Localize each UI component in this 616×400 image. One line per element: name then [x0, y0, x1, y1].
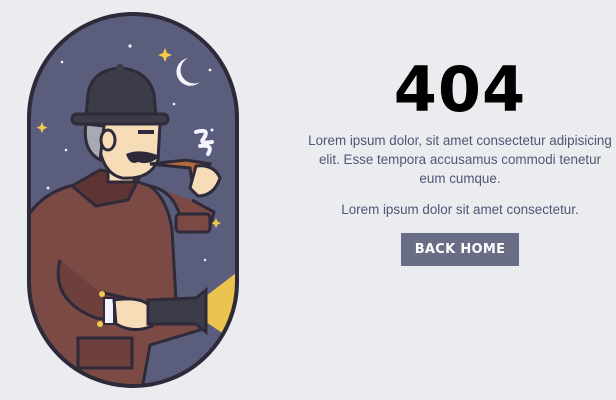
detective-illustration: [27, 12, 239, 388]
back-home-button[interactable]: BACK HOME: [401, 233, 519, 266]
hand: [112, 297, 154, 331]
error-code-heading: 404: [393, 53, 527, 126]
error-page: 404 Lorem ipsum dolor, sit amet consecte…: [0, 0, 616, 400]
error-content: 404 Lorem ipsum dolor, sit amet consecte…: [305, 55, 615, 266]
error-message-secondary: Lorem ipsum dolor sit amet consectetur.: [341, 202, 579, 217]
error-message-primary: Lorem ipsum dolor, sit amet consectetur …: [308, 133, 612, 186]
